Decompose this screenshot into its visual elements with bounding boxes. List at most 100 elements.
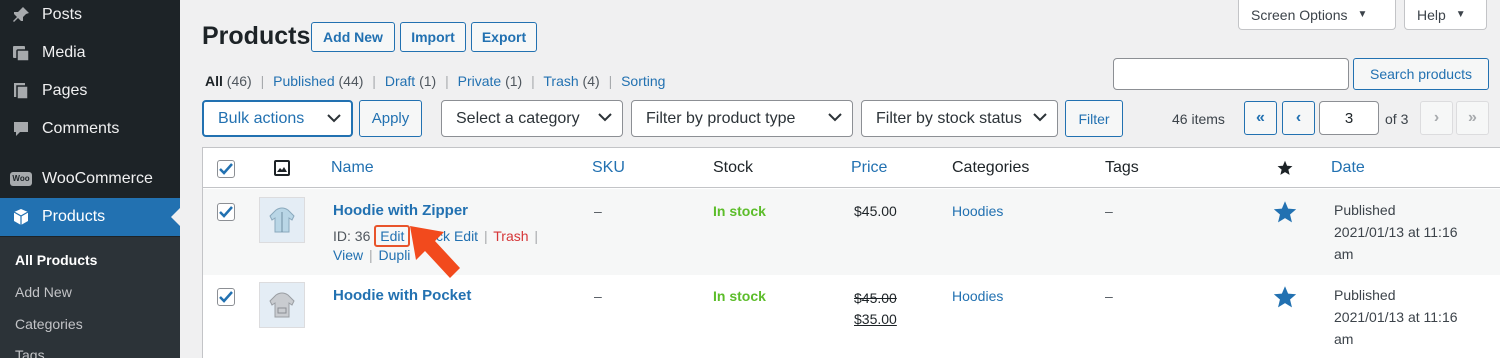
- sidebar-item-posts[interactable]: Posts: [0, 0, 180, 34]
- date-status: Published: [1334, 287, 1396, 303]
- row-checkbox[interactable]: [217, 288, 235, 306]
- separator: |: [372, 73, 376, 89]
- sidebar-item-label: Media: [42, 44, 86, 61]
- view-draft[interactable]: Draft: [385, 73, 415, 89]
- comment-icon: [9, 119, 33, 139]
- sidebar-item-label: WooCommerce: [42, 170, 153, 187]
- checkmark-icon: [219, 163, 233, 175]
- sku-value: –: [594, 288, 602, 304]
- first-page-button[interactable]: «: [1244, 101, 1277, 135]
- price-value: $45.00: [854, 203, 897, 219]
- image-column-icon: [274, 160, 290, 180]
- chevron-down-icon: [1033, 113, 1047, 122]
- checkmark-icon: [219, 206, 233, 218]
- items-count: 46 items: [1172, 111, 1225, 127]
- current-page-input[interactable]: 3: [1319, 101, 1379, 135]
- submenu-all-products[interactable]: All Products: [15, 252, 97, 268]
- row-actions-line2: View | Dupli: [333, 247, 410, 263]
- last-page-button: »: [1456, 101, 1489, 135]
- view-all[interactable]: All: [205, 73, 223, 89]
- trash-link[interactable]: Trash: [493, 228, 528, 244]
- category-select[interactable]: Select a category: [441, 100, 623, 137]
- category-value: Select a category: [456, 109, 580, 127]
- apply-button[interactable]: Apply: [359, 100, 422, 137]
- caret-down-icon: ▼: [1357, 9, 1368, 20]
- date-suffix: am: [1334, 246, 1354, 262]
- add-new-button[interactable]: Add New: [311, 22, 395, 52]
- import-button[interactable]: Import: [400, 22, 466, 52]
- help-label: Help: [1417, 6, 1446, 23]
- page-title: Products: [202, 22, 311, 50]
- submenu-tags[interactable]: Tags: [15, 347, 45, 358]
- submenu-add-new[interactable]: Add New: [15, 284, 72, 300]
- sidebar-item-pages[interactable]: Pages: [0, 72, 180, 110]
- chevron-down-icon: [327, 114, 341, 123]
- hoodie-zipper-image: [269, 207, 295, 233]
- date-cell: Published 2021/01/13 at 11:16 am: [1334, 199, 1484, 265]
- column-sku[interactable]: SKU: [592, 159, 625, 177]
- view-draft-count: (1): [419, 73, 437, 89]
- sidebar-item-products[interactable]: Products: [0, 198, 180, 236]
- chevron-down-icon: [598, 113, 612, 122]
- sidebar-item-media[interactable]: Media: [0, 34, 180, 72]
- filter-button[interactable]: Filter: [1065, 100, 1123, 137]
- column-date[interactable]: Date: [1331, 159, 1365, 177]
- view-link[interactable]: View: [333, 247, 363, 263]
- sidebar-item-label: Comments: [42, 120, 120, 137]
- help-tab[interactable]: Help ▼: [1404, 0, 1487, 30]
- view-sorting[interactable]: Sorting: [621, 73, 665, 89]
- date-value: 2021/01/13 at 11:16: [1334, 224, 1458, 240]
- stock-status: In stock: [713, 288, 766, 304]
- prev-page-button[interactable]: ‹: [1282, 101, 1315, 135]
- category-link[interactable]: Hoodies: [952, 203, 1003, 219]
- separator: |: [260, 73, 265, 89]
- category-link[interactable]: Hoodies: [952, 288, 1003, 304]
- featured-star-icon[interactable]: [1273, 285, 1297, 313]
- search-input[interactable]: [1113, 58, 1349, 90]
- search-products-button[interactable]: Search products: [1353, 58, 1489, 90]
- submenu-categories[interactable]: Categories: [15, 316, 83, 332]
- column-name[interactable]: Name: [331, 159, 374, 177]
- separator: |: [483, 228, 488, 244]
- sidebar-item-comments[interactable]: Comments: [0, 110, 180, 148]
- row-checkbox[interactable]: [217, 203, 235, 221]
- bulk-actions-select[interactable]: Bulk actions: [202, 100, 353, 137]
- screen-options-tab[interactable]: Screen Options ▼: [1238, 0, 1396, 30]
- product-name-link[interactable]: Hoodie with Pocket: [333, 287, 471, 304]
- callout-arrow-icon: [410, 226, 460, 278]
- select-all-checkbox[interactable]: [217, 160, 235, 178]
- pin-icon: [9, 5, 33, 25]
- featured-column-icon[interactable]: [1277, 160, 1293, 180]
- export-button[interactable]: Export: [471, 22, 537, 52]
- product-type-select[interactable]: Filter by product type: [631, 100, 853, 137]
- separator: |: [531, 73, 535, 89]
- hoodie-pocket-image: [269, 292, 295, 318]
- view-private[interactable]: Private: [458, 73, 502, 89]
- tags-value: –: [1105, 203, 1113, 219]
- tags-value: –: [1105, 288, 1113, 304]
- view-private-count: (1): [505, 73, 523, 89]
- sku-value: –: [594, 203, 602, 219]
- price-sale: $35.00: [854, 311, 897, 327]
- column-tags: Tags: [1105, 159, 1139, 176]
- date-cell: Published 2021/01/13 at 11:16 am: [1334, 284, 1484, 350]
- product-thumbnail[interactable]: [259, 282, 305, 328]
- view-published-count: (44): [338, 73, 364, 89]
- next-page-button: ›: [1420, 101, 1453, 135]
- column-price[interactable]: Price: [851, 159, 887, 177]
- view-trash-count: (4): [582, 73, 600, 89]
- sidebar-item-woocommerce[interactable]: Woo WooCommerce: [0, 160, 180, 198]
- product-type-value: Filter by product type: [646, 109, 796, 127]
- product-name-link[interactable]: Hoodie with Zipper: [333, 202, 468, 219]
- table-header: Name SKU Stock Price Categories Tags Dat…: [203, 148, 1500, 188]
- sidebar-item-label: Posts: [42, 6, 83, 23]
- products-table: Name SKU Stock Price Categories Tags Dat…: [202, 147, 1500, 358]
- woocommerce-icon: Woo: [9, 172, 33, 186]
- screen-options-label: Screen Options: [1251, 6, 1348, 23]
- view-trash[interactable]: Trash: [543, 73, 578, 89]
- admin-sidebar: Posts Media Pages Comments Woo WooCommer…: [0, 0, 180, 358]
- stock-status-select[interactable]: Filter by stock status: [861, 100, 1058, 137]
- view-published[interactable]: Published: [273, 73, 335, 89]
- product-thumbnail[interactable]: [259, 197, 305, 243]
- featured-star-icon[interactable]: [1273, 200, 1297, 228]
